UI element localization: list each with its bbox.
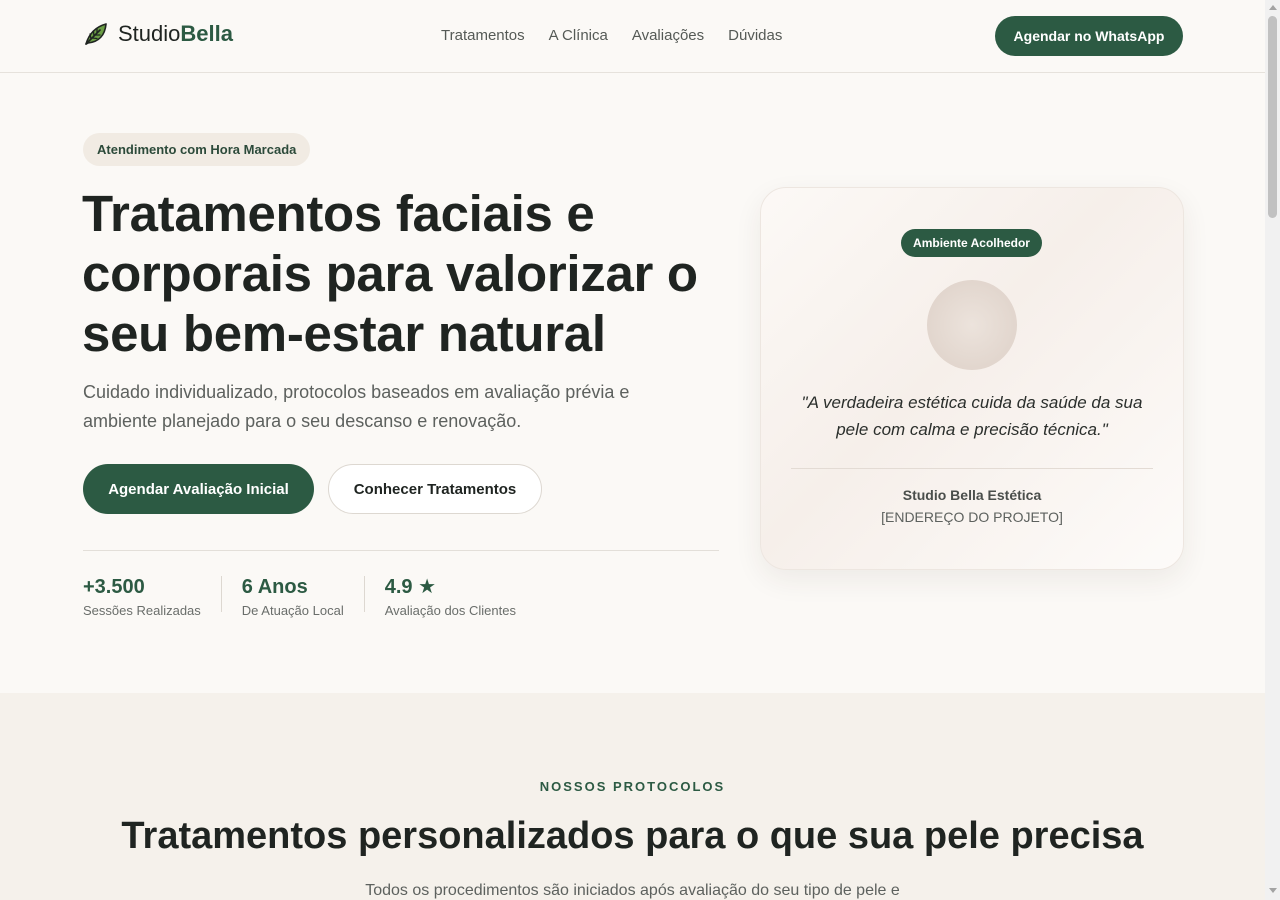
hero-subtitle-line-1: Cuidado individualizado, protocolos base…: [83, 382, 630, 402]
site-header: Studio Bella Tratamentos A Clínica Avalia…: [0, 0, 1265, 73]
stat-value: 4.9 ★: [384, 576, 436, 598]
section-title: Tratamentos personalizados para o que su…: [121, 815, 1144, 857]
vertical-scrollbar[interactable]: [1265, 0, 1280, 900]
card-divider: [791, 468, 1153, 469]
main-nav: Tratamentos A Clínica Avaliações Dúvidas: [441, 27, 806, 44]
hero-title-line-1: Tratamentos faciais e: [82, 185, 595, 242]
whatsapp-schedule-button[interactable]: Agendar no WhatsApp: [995, 16, 1183, 56]
stat-sessions: +3.500 Sessões Realizadas: [83, 576, 222, 618]
hero-subtitle-line-2: ambiente planejado para o seu descanso e…: [83, 411, 522, 431]
stat-label: Avaliação dos Clientes: [384, 603, 516, 618]
view-treatments-button[interactable]: Conhecer Tratamentos: [328, 464, 542, 514]
scroll-up-arrow-icon[interactable]: [1269, 5, 1277, 10]
stats-row: +3.500 Sessões Realizadas 6 Anos De Atua…: [83, 576, 556, 618]
stat-label: Sessões Realizadas: [83, 603, 201, 618]
schedule-evaluation-button[interactable]: Agendar Avaliação Inicial: [83, 464, 314, 514]
testimonial-card: Ambiente Acolhedor "A verdadeira estétic…: [760, 187, 1184, 570]
leaf-icon: [85, 23, 107, 45]
clinic-address: [ENDEREÇO DO PROJETO]: [881, 509, 1063, 525]
stat-rating: 4.9 ★ Avaliação dos Clientes: [384, 576, 536, 618]
nav-tratamentos[interactable]: Tratamentos: [441, 27, 525, 44]
hero-title-line-2: corporais para valorizar o: [82, 245, 698, 302]
card-quote: "A verdadeira estética cuida da saúde da…: [791, 389, 1153, 443]
logo-text-regular: Studio: [118, 21, 181, 46]
logo-text-bold: Bella: [180, 21, 233, 46]
appointment-badge: Atendimento com Hora Marcada: [83, 133, 311, 166]
nav-a-clinica[interactable]: A Clínica: [549, 27, 608, 44]
landing-page: Studio Bella Tratamentos A Clínica Avalia…: [0, 0, 1265, 900]
scrollbar-thumb[interactable]: [1268, 16, 1277, 218]
card-quote-line-2: pele com calma e precisão técnica.": [836, 420, 1108, 439]
stat-value: 6 Anos: [241, 576, 308, 598]
clinic-name: Studio Bella Estética: [902, 487, 1042, 503]
avatar: [927, 280, 1017, 370]
hero-title-line-3: seu bem-estar natural: [82, 305, 606, 362]
ambient-badge: Ambiente Acolhedor: [901, 229, 1042, 257]
card-quote-line-1: "A verdadeira estética cuida da saúde da…: [801, 393, 1143, 412]
protocols-section: NOSSOS PROTOCOLOS Tratamentos personaliz…: [0, 693, 1265, 900]
section-subtitle: Todos os procedimentos são iniciados apó…: [365, 882, 900, 899]
section-eyebrow: NOSSOS PROTOCOLOS: [539, 779, 726, 794]
nav-duvidas[interactable]: Dúvidas: [728, 27, 782, 44]
stat-label: De Atuação Local: [241, 603, 344, 618]
stat-years: 6 Anos De Atuação Local: [241, 576, 365, 618]
scroll-down-arrow-icon[interactable]: [1269, 888, 1277, 893]
hero-divider: [83, 550, 719, 551]
stat-value: +3.500: [83, 576, 145, 598]
nav-avaliacoes[interactable]: Avaliações: [632, 27, 704, 44]
logo[interactable]: Studio Bella: [83, 21, 233, 47]
hero-subtitle: Cuidado individualizado, protocolos base…: [83, 378, 663, 436]
hero-title: Tratamentos faciais e corporais para val…: [82, 184, 722, 364]
